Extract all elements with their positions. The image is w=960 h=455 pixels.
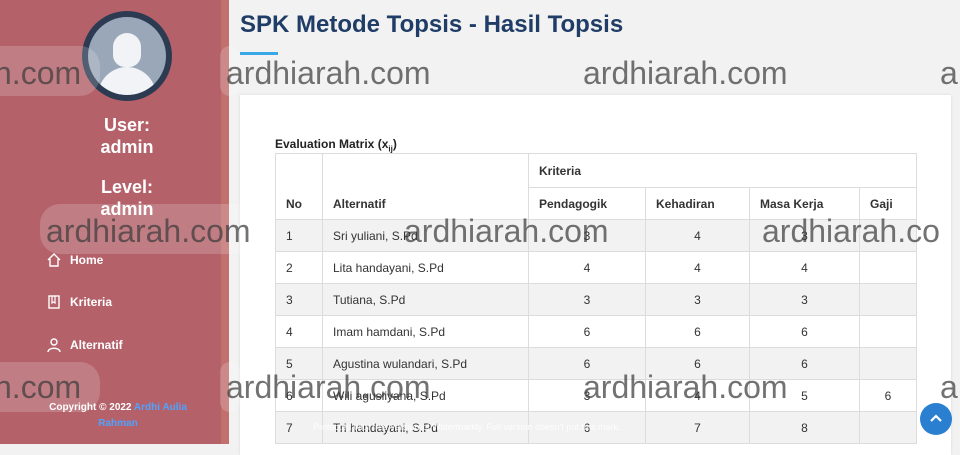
title-underline: [240, 52, 278, 55]
book-icon: [48, 295, 60, 309]
cell-value: 3: [645, 283, 750, 316]
cell-no: 6: [275, 379, 323, 412]
user-icon: [47, 338, 61, 353]
cell-value: 4: [645, 251, 750, 284]
table-row: 7 Tri handayani, S.Pd 6 7 8: [275, 411, 917, 444]
header-no: No: [275, 153, 323, 220]
cell-value: 6: [645, 347, 750, 380]
cell-name: Sri yuliani, S.Pd: [322, 219, 529, 252]
nav-item-home[interactable]: Home: [46, 248, 103, 272]
cell-value: 6: [749, 315, 860, 348]
cell-name: Agustina wulandari, S.Pd: [322, 347, 529, 380]
cell-no: 1: [275, 219, 323, 252]
nav-item-kriteria[interactable]: Kriteria: [46, 290, 112, 314]
sidebar-edge: [221, 0, 229, 444]
cell-no: 2: [275, 251, 323, 284]
header-kriteria: Kriteria: [528, 153, 917, 188]
cell-no: 4: [275, 315, 323, 348]
cell-value: 3: [749, 219, 860, 252]
cell-value: 7: [645, 411, 750, 444]
table-row: 5 Agustina wulandari, S.Pd 6 6 6: [275, 347, 917, 380]
header-alternatif: Alternatif: [322, 153, 529, 220]
cell-value: [859, 251, 917, 284]
copyright: Copyright © 2022 Ardhi Aulia Rahman: [38, 400, 198, 432]
page-title: SPK Metode Topsis - Hasil Topsis: [240, 11, 624, 38]
cell-value: 3: [528, 379, 646, 412]
cell-name: Tutiana, S.Pd: [322, 283, 529, 316]
cell-value: 4: [528, 251, 646, 284]
cell-value: [859, 347, 917, 380]
evaluation-matrix-table: No Alternatif Kriteria Pendagogik Kehadi…: [275, 153, 917, 444]
cell-value: 6: [528, 411, 646, 444]
main-content: SPK Metode Topsis - Hasil Topsis Evaluat…: [229, 0, 960, 455]
cell-value: 3: [749, 283, 860, 316]
cell-value: 4: [645, 379, 750, 412]
cell-value: 6: [528, 315, 646, 348]
nav-item-alternatif[interactable]: Alternatif: [46, 333, 123, 357]
cell-no: 7: [275, 411, 323, 444]
table-row: 2 Lita handayani, S.Pd 4 4 4: [275, 251, 917, 284]
header-criteria: Masa Kerja: [749, 187, 860, 220]
scroll-to-top-button[interactable]: [920, 403, 952, 435]
cell-value: 5: [749, 379, 860, 412]
avatar-icon: [88, 17, 166, 95]
user-label: User:: [103, 115, 151, 135]
cell-value: 6: [749, 347, 860, 380]
nav-label-home: Home: [70, 253, 104, 267]
level-label: Level:: [100, 177, 154, 197]
cell-no: 5: [275, 347, 323, 380]
header-criteria: Gaji: [859, 187, 917, 220]
cell-name: Tri handayani, S.Pd: [322, 411, 529, 444]
cell-value: 4: [645, 219, 750, 252]
cell-value: [859, 411, 917, 444]
avatar: [82, 11, 172, 101]
header-criteria: Pendagogik: [528, 187, 646, 220]
table-row: 4 Imam hamdani, S.Pd 6 6 6: [275, 315, 917, 348]
matrix-caption: Evaluation Matrix (xij): [275, 137, 397, 154]
nav-label-alternatif: Alternatif: [70, 338, 123, 352]
cell-name: Wili agusliyana, S.Pd: [322, 379, 529, 412]
cell-value: [859, 219, 917, 252]
nav-label-kriteria: Kriteria: [70, 295, 113, 309]
home-icon: [47, 253, 61, 267]
table-row: 1 Sri yuliani, S.Pd 3 4 3: [275, 219, 917, 252]
table-row: 6 Wili agusliyana, S.Pd 3 4 5 6: [275, 379, 917, 412]
chevron-up-icon: [930, 414, 942, 422]
cell-value: 8: [749, 411, 860, 444]
copyright-text: Copyright © 2022: [49, 402, 132, 413]
cell-no: 3: [275, 283, 323, 316]
cell-value: 6: [528, 347, 646, 380]
cell-value: [859, 283, 917, 316]
result-card: Evaluation Matrix (xij) No Alternatif Kr…: [240, 95, 951, 455]
cell-value: 3: [528, 219, 646, 252]
cell-name: Lita handayani, S.Pd: [322, 251, 529, 284]
level-value: admin: [100, 199, 154, 219]
cell-name: Imam hamdani, S.Pd: [322, 315, 529, 348]
header-criteria: Kehadiran: [645, 187, 750, 220]
cell-value: 6: [645, 315, 750, 348]
sidebar: User: admin Level: admin Home Kriteria A…: [0, 0, 229, 444]
cell-value: 3: [528, 283, 646, 316]
cell-value: 4: [749, 251, 860, 284]
cell-value: 6: [859, 379, 917, 412]
cell-value: [859, 315, 917, 348]
user-value: admin: [100, 137, 154, 157]
table-row: 3 Tutiana, S.Pd 3 3 3: [275, 283, 917, 316]
